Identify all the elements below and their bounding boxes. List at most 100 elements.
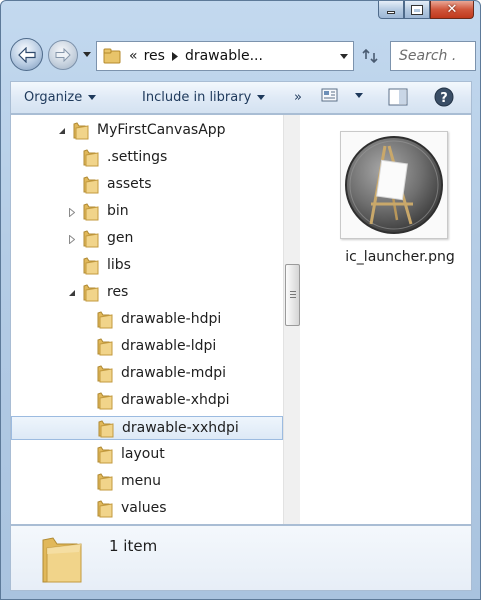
tree-item-drawable-mdpi[interactable]: drawable-mdpi bbox=[11, 362, 283, 386]
include-in-library-label: Include in library bbox=[142, 90, 252, 105]
folder-icon bbox=[103, 48, 121, 64]
tree-item-label: drawable-mdpi bbox=[121, 365, 226, 381]
folder-icon bbox=[83, 284, 99, 306]
chevron-down-icon bbox=[340, 53, 348, 59]
content-area: MyFirstCanvasApp .settings assets bin gen lib… bbox=[10, 114, 472, 525]
chevron-down-icon bbox=[88, 95, 97, 100]
tree-item-bin[interactable]: bin bbox=[11, 200, 283, 224]
refresh-icon bbox=[362, 49, 378, 63]
maximize-icon bbox=[411, 4, 423, 15]
folder-icon bbox=[98, 420, 114, 442]
preview-pane-button[interactable] bbox=[388, 88, 408, 110]
search-box[interactable] bbox=[390, 41, 476, 71]
tree-item-label: values bbox=[121, 500, 167, 516]
change-view-button[interactable] bbox=[321, 87, 363, 103]
tree-item-values[interactable]: values bbox=[11, 497, 283, 521]
file-item[interactable]: ic_launcher.png bbox=[325, 127, 455, 272]
organize-menu-button[interactable]: Organize bbox=[24, 82, 97, 113]
tree-item-label: MyFirstCanvasApp bbox=[97, 122, 226, 138]
refresh-button[interactable] bbox=[355, 41, 385, 71]
view-options-icon bbox=[321, 88, 338, 102]
file-list: ic_launcher.png bbox=[301, 115, 471, 524]
back-button[interactable] bbox=[10, 38, 43, 71]
tree-item-label: drawable-ldpi bbox=[121, 338, 217, 354]
tree-item-settings[interactable]: .settings bbox=[11, 146, 283, 170]
folder-icon bbox=[97, 473, 113, 495]
maximize-button[interactable] bbox=[404, 1, 430, 19]
address-history-dropdown[interactable] bbox=[335, 42, 353, 70]
item-count: 1 item bbox=[109, 537, 158, 555]
forward-arrow-icon bbox=[55, 48, 71, 62]
folder-icon bbox=[83, 230, 99, 252]
tree-item-drawable-xhdpi[interactable]: drawable-xhdpi bbox=[11, 389, 283, 413]
tree-expand-icon[interactable] bbox=[67, 234, 77, 244]
tree-scrollbar[interactable] bbox=[283, 115, 300, 524]
close-button[interactable]: ✕ bbox=[430, 1, 474, 19]
folder-icon bbox=[83, 257, 99, 279]
chevron-down-icon[interactable] bbox=[355, 92, 363, 98]
breadcrumb-drawable[interactable]: drawable... bbox=[185, 48, 263, 64]
search-input[interactable] bbox=[399, 48, 457, 64]
minimize-icon bbox=[387, 11, 395, 14]
tree-item-layout[interactable]: layout bbox=[11, 443, 283, 467]
minimize-button[interactable] bbox=[378, 1, 404, 19]
help-button[interactable]: ? bbox=[434, 87, 454, 111]
explorer-window: ✕ « res drawable... Search ... Organize … bbox=[0, 0, 481, 600]
tree-collapse-icon[interactable] bbox=[67, 288, 77, 298]
more-commands-button[interactable]: » bbox=[294, 90, 302, 105]
recent-pages-dropdown[interactable] bbox=[82, 48, 92, 60]
caption-buttons: ✕ bbox=[378, 1, 474, 19]
breadcrumb-res[interactable]: res bbox=[144, 48, 165, 64]
breadcrumb-overflow[interactable]: « bbox=[129, 48, 138, 64]
tree-item-assets[interactable]: assets bbox=[11, 173, 283, 197]
close-icon: ✕ bbox=[446, 2, 458, 17]
tree-item-drawable-xxhdpi[interactable]: drawable-xxhdpi bbox=[11, 416, 283, 440]
folder-icon bbox=[97, 500, 113, 522]
folder-icon bbox=[73, 122, 89, 144]
folder-icon bbox=[97, 365, 113, 387]
file-thumbnail bbox=[340, 131, 448, 239]
tree-item-drawable-hdpi[interactable]: drawable-hdpi bbox=[11, 308, 283, 332]
organize-label: Organize bbox=[24, 90, 83, 105]
tree-item-drawable-ldpi[interactable]: drawable-ldpi bbox=[11, 335, 283, 359]
tree-item-label: layout bbox=[121, 446, 165, 462]
tree-item-res[interactable]: res bbox=[11, 281, 283, 305]
navigation-tree[interactable]: MyFirstCanvasApp .settings assets bin gen lib… bbox=[11, 115, 283, 524]
address-bar[interactable]: « res drawable... bbox=[96, 41, 354, 71]
tree-item-label: drawable-xhdpi bbox=[121, 392, 230, 408]
tree-item-label: menu bbox=[121, 473, 161, 489]
file-name: ic_launcher.png bbox=[345, 249, 455, 265]
breadcrumb-separator-icon[interactable] bbox=[171, 51, 178, 61]
tree-item-menu[interactable]: menu bbox=[11, 470, 283, 494]
folder-icon bbox=[97, 446, 113, 468]
scrollbar-thumb[interactable] bbox=[285, 264, 300, 326]
tree-item-label: assets bbox=[107, 176, 152, 192]
launcher-easel-icon bbox=[345, 136, 443, 234]
folder-icon bbox=[97, 392, 113, 414]
forward-button[interactable] bbox=[48, 40, 78, 70]
command-bar: Organize Include in library » ? bbox=[10, 81, 472, 114]
svg-text:?: ? bbox=[440, 91, 448, 106]
folder-icon bbox=[83, 176, 99, 198]
tree-item-label: .settings bbox=[107, 149, 168, 165]
preview-pane-icon bbox=[388, 88, 408, 106]
tree-item-label: bin bbox=[107, 203, 129, 219]
back-arrow-icon bbox=[17, 46, 36, 63]
folder-icon bbox=[97, 338, 113, 360]
folder-icon bbox=[42, 537, 82, 583]
folder-icon bbox=[83, 203, 99, 225]
include-in-library-button[interactable]: Include in library bbox=[142, 82, 266, 113]
chevron-down-icon bbox=[83, 51, 91, 57]
folder-icon bbox=[97, 311, 113, 333]
tree-collapse-icon[interactable] bbox=[57, 126, 67, 136]
tree-item-myfirstcanvasapp[interactable]: MyFirstCanvasApp bbox=[11, 119, 283, 143]
tree-item-label: gen bbox=[107, 230, 134, 246]
tree-expand-icon[interactable] bbox=[67, 207, 77, 217]
tree-item-libs[interactable]: libs bbox=[11, 254, 283, 278]
tree-item-label: drawable-hdpi bbox=[121, 311, 222, 327]
folder-icon bbox=[83, 149, 99, 171]
help-icon: ? bbox=[434, 87, 454, 107]
details-pane: 1 item bbox=[10, 525, 472, 591]
tree-item-gen[interactable]: gen bbox=[11, 227, 283, 251]
tree-item-label: res bbox=[107, 284, 129, 300]
